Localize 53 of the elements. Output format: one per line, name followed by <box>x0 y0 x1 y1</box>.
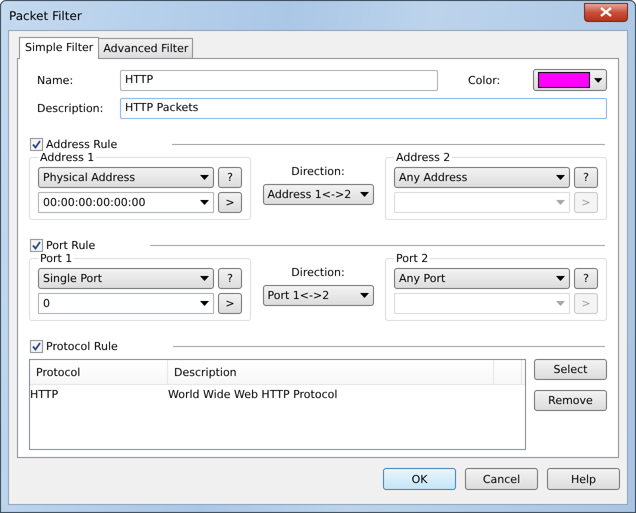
text-field[interactable]: HTTP <box>120 70 438 90</box>
close-button[interactable] <box>584 2 628 22</box>
caret-icon <box>200 175 209 180</box>
caret-icon <box>200 276 209 281</box>
field-label: Color: <box>468 74 502 86</box>
checkbox[interactable] <box>30 138 43 150</box>
dialog-button[interactable]: OK <box>383 468 456 490</box>
column-header[interactable]: Protocol <box>30 360 168 384</box>
checkbox[interactable] <box>30 340 43 352</box>
field-label: Direction: <box>291 266 345 279</box>
caret-icon <box>556 200 565 205</box>
group-title: Address 1 <box>39 151 96 164</box>
caret-icon <box>556 301 565 306</box>
dialog-button[interactable]: Help <box>547 468 620 490</box>
dropdown[interactable]: 0 <box>38 293 214 314</box>
group-title: Address 2 <box>395 151 452 164</box>
checkbox-label: Address Rule <box>46 138 118 150</box>
dropdown[interactable]: Single Port <box>38 268 214 289</box>
field-label: Direction: <box>291 165 345 178</box>
add-button[interactable]: > <box>218 192 242 213</box>
window-title: Packet Filter <box>8 8 82 22</box>
caret-icon <box>556 175 565 180</box>
caret-icon <box>556 276 565 281</box>
field-label: Name: <box>36 74 74 86</box>
close-icon <box>600 7 612 17</box>
dialog-button[interactable]: Cancel <box>465 468 538 490</box>
tab[interactable]: Simple Filter <box>19 37 100 59</box>
add-button[interactable]: > <box>218 293 242 314</box>
list-button[interactable]: Remove <box>534 390 607 411</box>
caret-icon <box>200 301 209 306</box>
help-button[interactable]: ? <box>218 268 242 289</box>
dropdown[interactable]: Address 1<->2 <box>262 184 374 205</box>
checkbox-label: Protocol Rule <box>46 340 118 352</box>
text-field[interactable]: HTTP Packets <box>120 98 607 119</box>
dropdown[interactable]: Physical Address <box>38 167 214 188</box>
caret-icon <box>200 200 209 205</box>
help-button[interactable]: ? <box>218 167 242 188</box>
color-picker[interactable] <box>533 69 607 91</box>
dropdown[interactable]: 00:00:00:00:00:00 <box>38 192 214 213</box>
dropdown[interactable]: Port 1<->2 <box>262 285 374 306</box>
caret-icon <box>360 293 368 298</box>
group-title: Port 1 <box>39 252 74 265</box>
caret-icon <box>360 192 368 197</box>
field-label: Description: <box>36 102 104 115</box>
group-title: Port 2 <box>395 252 430 265</box>
caret-icon <box>594 78 602 82</box>
table-cell-text: World Wide Web HTTP Protocol <box>168 387 338 403</box>
table-cell-text: HTTP <box>30 387 60 403</box>
list-button[interactable]: Select <box>534 359 607 380</box>
column-header[interactable]: Description <box>168 360 494 384</box>
tab[interactable]: Advanced Filter <box>98 38 194 58</box>
checkbox-label: Port Rule <box>46 238 96 252</box>
checkbox[interactable] <box>30 238 43 252</box>
